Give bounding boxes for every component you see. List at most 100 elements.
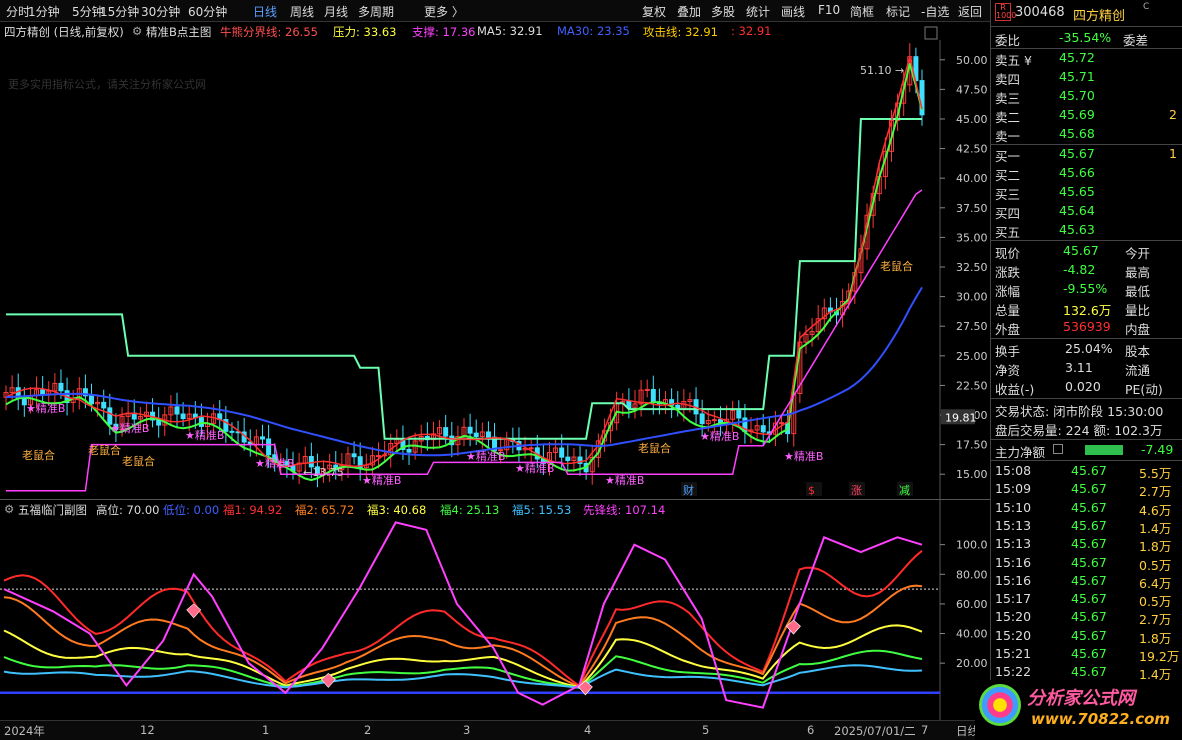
date-label-9: 7 bbox=[921, 723, 929, 737]
tool-9[interactable]: 返回 bbox=[958, 3, 982, 20]
date-label-7: 6 bbox=[807, 723, 815, 737]
oscillator-chart[interactable]: 100.0 80.00 60.00 40.00 20.00 bbox=[0, 500, 990, 721]
sell-level-1[interactable]: 卖一 45.68 bbox=[991, 125, 1182, 144]
tick-row: 15:09 45.67 2.7万 bbox=[991, 480, 1182, 499]
tick-time: 15:22 bbox=[995, 664, 1032, 680]
tick-price: 45.67 bbox=[1071, 591, 1107, 607]
candle-body bbox=[101, 401, 107, 409]
annotation-laoshuhe: 老鼠合 bbox=[88, 443, 121, 457]
tick-volume: 1.8万 bbox=[1139, 630, 1172, 646]
candle-body bbox=[229, 430, 235, 433]
buy-level-5[interactable]: 买五 45.63 bbox=[991, 221, 1182, 240]
period-10[interactable]: 更多 〉 bbox=[424, 3, 464, 20]
tick-time: 15:21 bbox=[995, 646, 1032, 661]
sell-level-4[interactable]: 卖四 45.71 bbox=[991, 68, 1182, 87]
tool-6[interactable]: 简框 bbox=[850, 3, 874, 20]
period-7[interactable]: 周线 bbox=[290, 3, 314, 20]
date-axis: 2024年 12 1 2 3 4 5 6 2025/07/01/二 7 日线 bbox=[0, 720, 990, 740]
tool-2[interactable]: 多股 bbox=[711, 3, 735, 20]
tick-row: 15:08 45.67 5.5万 bbox=[991, 462, 1182, 481]
buy-level-3[interactable]: 买三 45.65 bbox=[991, 183, 1182, 202]
sell-level-5[interactable]: 卖五 ¥ 45.72 bbox=[991, 49, 1182, 68]
tick-time: 15:08 bbox=[995, 463, 1032, 478]
annotation-jingzhunb: ★精准B bbox=[110, 422, 149, 435]
event-marker: $ bbox=[808, 484, 815, 497]
c-badge-icon: C bbox=[1143, 2, 1150, 12]
tick-price: 45.67 bbox=[1071, 536, 1107, 552]
buy-level-2[interactable]: 买二 45.66 bbox=[991, 164, 1182, 183]
main-chart-panel[interactable]: 四方精创 (日线,前复权) ⚙ 精准B点主图 牛熊分界线: 26.55 压力: 3… bbox=[0, 22, 990, 499]
buy-level-2-label: 买二 bbox=[995, 168, 1021, 183]
period-2[interactable]: 5分钟 bbox=[72, 3, 104, 20]
annotation-jingzhunb: ★精准B bbox=[605, 474, 644, 487]
tick-price: 45.67 bbox=[1071, 481, 1107, 497]
tick-row: 15:17 45.67 0.5万 bbox=[991, 590, 1182, 609]
ytick-label: 40.00 bbox=[956, 172, 988, 185]
ytick-label: 47.50 bbox=[956, 83, 988, 96]
tool-5[interactable]: F10 bbox=[818, 3, 840, 17]
current-price-tag: 19.81 bbox=[945, 411, 977, 424]
period-3[interactable]: 15分钟 bbox=[100, 3, 139, 20]
candle-body bbox=[266, 438, 272, 456]
period-4[interactable]: 30分钟 bbox=[141, 3, 180, 20]
period-1[interactable]: 1分钟 bbox=[28, 3, 60, 20]
buy-level-5-label: 买五 bbox=[995, 225, 1021, 240]
candle-body bbox=[650, 388, 656, 403]
flow-bar bbox=[1085, 445, 1123, 455]
stat-label-2: 今开 bbox=[1125, 246, 1151, 261]
sell-level-3[interactable]: 卖三 45.70 bbox=[991, 87, 1182, 106]
sell-level-2[interactable]: 卖二 45.69 2 bbox=[991, 106, 1182, 125]
annotation-laoshuhe: 老鼠合 bbox=[22, 448, 55, 462]
period-0[interactable]: 分时 bbox=[6, 3, 30, 20]
candle-body bbox=[180, 413, 186, 420]
ytick-label: 50.00 bbox=[956, 54, 988, 67]
tick-row: 15:20 45.67 1.8万 bbox=[991, 627, 1182, 646]
app-root: 分时 1分钟 5分钟 15分钟 30分钟 60分钟 日线 周线 月线 多周期 更多 〉 复权 叠加 多股统… bbox=[0, 0, 1182, 740]
tool-4[interactable]: 画线 bbox=[781, 3, 805, 20]
sub-chart-panel[interactable]: ⚙ 五福临门副图 高位: 70.00 低位: 0.00 福1: 94.92 福2: 6… bbox=[0, 499, 990, 721]
tool-7[interactable]: 标记 bbox=[886, 3, 910, 20]
tick-row: 15:21 45.67 19.2万 bbox=[991, 645, 1182, 664]
after-hours-volume: 盘后交易量: 224 额: 102.3万 bbox=[995, 423, 1163, 438]
period-5[interactable]: 60分钟 bbox=[188, 3, 227, 20]
candle-body bbox=[485, 431, 491, 438]
tick-row: 15:20 45.67 2.7万 bbox=[991, 608, 1182, 627]
annotation-jingzhunb: ★精准B bbox=[185, 429, 224, 442]
ytick-label: 37.50 bbox=[956, 202, 988, 215]
buy-level-4[interactable]: 买四 45.64 bbox=[991, 202, 1182, 221]
logo-text: 分析家公式网 bbox=[1027, 688, 1135, 709]
candle-body bbox=[40, 389, 46, 395]
stat-row: 现价 45.67 今开 bbox=[991, 242, 1182, 261]
stat-row: 涨幅 -9.55% 最低 bbox=[991, 280, 1182, 299]
tick-time: 15:09 bbox=[995, 481, 1032, 497]
trade-status: 交易状态: 闭市阶段 15:30:00 bbox=[995, 404, 1164, 419]
period-9[interactable]: 多周期 bbox=[358, 3, 394, 20]
buy-level-4-price: 45.64 bbox=[1059, 203, 1095, 218]
sell-level-4-label: 卖四 bbox=[995, 72, 1021, 87]
stat-value: -9.55% bbox=[1063, 281, 1108, 296]
tool-1[interactable]: 叠加 bbox=[677, 3, 701, 20]
period-8[interactable]: 月线 bbox=[324, 3, 348, 20]
buy-level-1[interactable]: 买一 45.67 1 bbox=[991, 145, 1182, 164]
candle-body bbox=[644, 388, 650, 391]
tool-8[interactable]: -自选 bbox=[921, 3, 949, 20]
stat-value: 536939 bbox=[1063, 319, 1111, 334]
ytick-label: 27.50 bbox=[956, 320, 988, 333]
ytick-label: 32.50 bbox=[956, 261, 988, 274]
period-6[interactable]: 日线 bbox=[253, 3, 277, 20]
flow-menu-icon[interactable] bbox=[1053, 444, 1063, 454]
stat2-value: 0.020 bbox=[1065, 379, 1101, 394]
tick-volume: 1.4万 bbox=[1139, 520, 1172, 536]
tick-volume: 1.8万 bbox=[1139, 539, 1172, 555]
buy-level-1-label: 买一 bbox=[995, 149, 1021, 164]
candle-body bbox=[174, 406, 180, 415]
tool-0[interactable]: 复权 bbox=[642, 3, 666, 20]
candle-body bbox=[58, 382, 64, 392]
candle-body bbox=[760, 425, 766, 433]
stock-code: 300468 bbox=[1015, 5, 1065, 20]
kline-chart[interactable]: 更多实用指标公式，请关注分析家公式网 50.00 47.50 45.00 42.50 40… bbox=[0, 22, 990, 499]
tick-price: 45.67 bbox=[1071, 463, 1107, 478]
tool-3[interactable]: 统计 bbox=[746, 3, 770, 20]
candle-body bbox=[699, 413, 705, 425]
annotation-jingzhunb: ★精准B bbox=[362, 474, 401, 487]
